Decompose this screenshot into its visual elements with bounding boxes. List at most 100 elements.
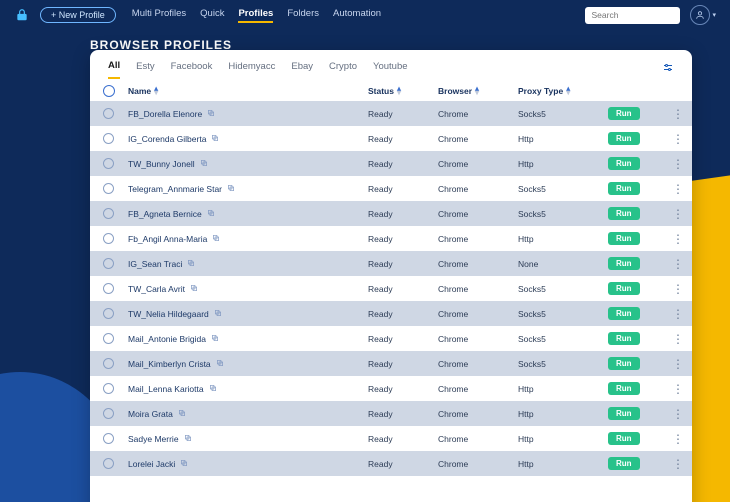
row-menu-icon[interactable]: ⋮	[668, 208, 688, 220]
tab-facebook[interactable]: Facebook	[171, 61, 213, 78]
col-browser[interactable]: Browser▴▾	[438, 86, 518, 96]
row-checkbox[interactable]	[103, 358, 114, 369]
nav-folders[interactable]: Folders	[287, 8, 319, 23]
copy-icon[interactable]	[207, 109, 215, 119]
profile-name[interactable]: Mail_Antonie Brigida	[128, 334, 368, 344]
profile-name[interactable]: Fb_Angil Anna-Maria	[128, 234, 368, 244]
nav-automation[interactable]: Automation	[333, 8, 381, 23]
run-button[interactable]: Run	[608, 282, 640, 295]
new-profile-button[interactable]: + New Profile	[40, 7, 116, 23]
nav-multi-profiles[interactable]: Multi Profiles	[132, 8, 186, 23]
run-button[interactable]: Run	[608, 257, 640, 270]
profile-name[interactable]: Mail_Lenna Kariotta	[128, 384, 368, 394]
tab-ebay[interactable]: Ebay	[291, 61, 313, 78]
copy-icon[interactable]	[214, 309, 222, 319]
row-menu-icon[interactable]: ⋮	[668, 358, 688, 370]
copy-icon[interactable]	[211, 334, 219, 344]
nav-profiles[interactable]: Profiles	[238, 8, 273, 23]
profile-name[interactable]: Moira Grata	[128, 409, 368, 419]
proxy-cell: Http	[518, 409, 608, 419]
row-checkbox[interactable]	[103, 108, 114, 119]
tab-all[interactable]: All	[108, 60, 120, 79]
run-button[interactable]: Run	[608, 307, 640, 320]
col-name[interactable]: Name▴▾	[128, 86, 368, 96]
profile-name[interactable]: Lorelei Jacki	[128, 459, 368, 469]
run-button[interactable]: Run	[608, 107, 640, 120]
run-button[interactable]: Run	[608, 432, 640, 445]
run-button[interactable]: Run	[608, 407, 640, 420]
nav-quick[interactable]: Quick	[200, 8, 224, 23]
profile-name[interactable]: Telegram_Annmarie Star	[128, 184, 368, 194]
run-button[interactable]: Run	[608, 182, 640, 195]
profile-name[interactable]: Mail_Kimberlyn Crista	[128, 359, 368, 369]
row-menu-icon[interactable]: ⋮	[668, 233, 688, 245]
row-menu-icon[interactable]: ⋮	[668, 308, 688, 320]
row-checkbox[interactable]	[103, 133, 114, 144]
run-button[interactable]: Run	[608, 357, 640, 370]
run-button[interactable]: Run	[608, 332, 640, 345]
copy-icon[interactable]	[227, 184, 235, 194]
col-status[interactable]: Status▴▾	[368, 86, 438, 96]
copy-icon[interactable]	[178, 409, 186, 419]
search-input[interactable]	[591, 10, 674, 20]
row-checkbox[interactable]	[103, 383, 114, 394]
run-button[interactable]: Run	[608, 157, 640, 170]
profile-name[interactable]: FB_Dorella Elenore	[128, 109, 368, 119]
row-menu-icon[interactable]: ⋮	[668, 258, 688, 270]
row-checkbox[interactable]	[103, 333, 114, 344]
row-checkbox[interactable]	[103, 283, 114, 294]
table-row: Telegram_Annmarie StarReadyChromeSocks5R…	[90, 176, 692, 201]
row-checkbox[interactable]	[103, 458, 114, 469]
copy-icon[interactable]	[211, 134, 219, 144]
row-checkbox[interactable]	[103, 233, 114, 244]
col-proxy[interactable]: Proxy Type▴▾	[518, 86, 608, 96]
copy-icon[interactable]	[200, 159, 208, 169]
copy-icon[interactable]	[190, 284, 198, 294]
copy-icon[interactable]	[216, 359, 224, 369]
tab-esty[interactable]: Esty	[136, 61, 154, 78]
row-menu-icon[interactable]: ⋮	[668, 108, 688, 120]
tab-crypto[interactable]: Crypto	[329, 61, 357, 78]
row-checkbox[interactable]	[103, 158, 114, 169]
row-menu-icon[interactable]: ⋮	[668, 283, 688, 295]
profile-name[interactable]: TW_Nelia Hildegaard	[128, 309, 368, 319]
status-cell: Ready	[368, 309, 438, 319]
row-menu-icon[interactable]: ⋮	[668, 458, 688, 470]
copy-icon[interactable]	[184, 434, 192, 444]
filter-icon[interactable]	[662, 62, 674, 77]
copy-icon[interactable]	[180, 459, 188, 469]
run-button[interactable]: Run	[608, 457, 640, 470]
profile-name[interactable]: FB_Agneta Bernice	[128, 209, 368, 219]
row-menu-icon[interactable]: ⋮	[668, 158, 688, 170]
browser-cell: Chrome	[438, 334, 518, 344]
row-checkbox[interactable]	[103, 308, 114, 319]
select-all-checkbox[interactable]	[103, 85, 115, 97]
tab-youtube[interactable]: Youtube	[373, 61, 408, 78]
row-menu-icon[interactable]: ⋮	[668, 433, 688, 445]
copy-icon[interactable]	[209, 384, 217, 394]
copy-icon[interactable]	[212, 234, 220, 244]
row-menu-icon[interactable]: ⋮	[668, 333, 688, 345]
row-checkbox[interactable]	[103, 208, 114, 219]
profile-name[interactable]: TW_Bunny Jonell	[128, 159, 368, 169]
run-button[interactable]: Run	[608, 132, 640, 145]
run-button[interactable]: Run	[608, 207, 640, 220]
profile-name[interactable]: Sadye Merrie	[128, 434, 368, 444]
profile-name[interactable]: TW_Carla Avrit	[128, 284, 368, 294]
copy-icon[interactable]	[187, 259, 195, 269]
row-checkbox[interactable]	[103, 433, 114, 444]
run-button[interactable]: Run	[608, 232, 640, 245]
row-menu-icon[interactable]: ⋮	[668, 133, 688, 145]
row-menu-icon[interactable]: ⋮	[668, 408, 688, 420]
user-menu[interactable]: ▾	[690, 5, 716, 25]
profile-name[interactable]: IG_Corenda Gilberta	[128, 134, 368, 144]
profile-name[interactable]: IG_Sean Traci	[128, 259, 368, 269]
row-checkbox[interactable]	[103, 408, 114, 419]
row-menu-icon[interactable]: ⋮	[668, 383, 688, 395]
tab-hidemyacc[interactable]: Hidemyacc	[228, 61, 275, 78]
copy-icon[interactable]	[207, 209, 215, 219]
row-checkbox[interactable]	[103, 258, 114, 269]
run-button[interactable]: Run	[608, 382, 640, 395]
row-menu-icon[interactable]: ⋮	[668, 183, 688, 195]
row-checkbox[interactable]	[103, 183, 114, 194]
